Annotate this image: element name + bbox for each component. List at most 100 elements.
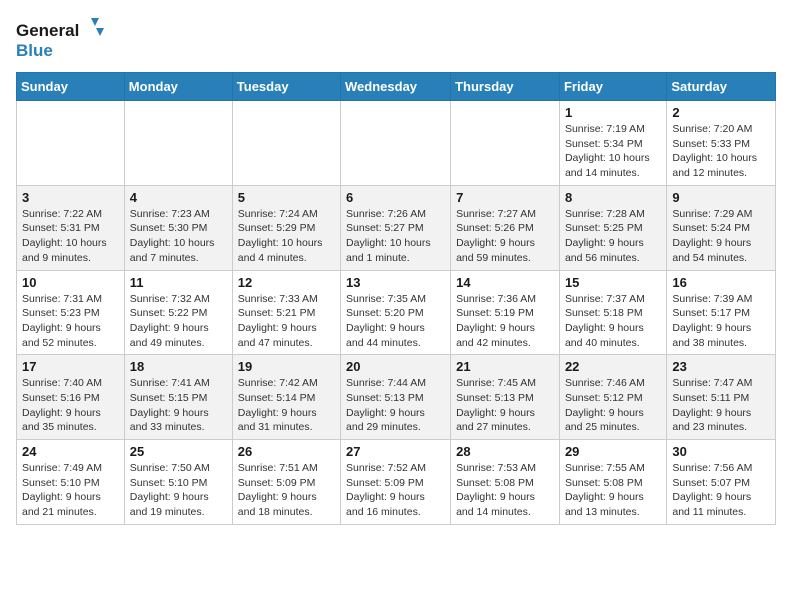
day-number: 20 — [346, 359, 445, 374]
day-cell: 26 Sunrise: 7:51 AM Sunset: 5:09 PM Dayli… — [232, 440, 340, 525]
day-header: Wednesday — [341, 73, 451, 101]
day-info: Sunrise: 7:55 AM Sunset: 5:08 PM Dayligh… — [565, 461, 661, 520]
day-header: Saturday — [667, 73, 776, 101]
day-cell: 8 Sunrise: 7:28 AM Sunset: 5:25 PM Daylig… — [559, 185, 666, 270]
day-cell: 24 Sunrise: 7:49 AM Sunset: 5:10 PM Dayli… — [17, 440, 125, 525]
day-cell: 29 Sunrise: 7:55 AM Sunset: 5:08 PM Dayli… — [559, 440, 666, 525]
day-cell: 23 Sunrise: 7:47 AM Sunset: 5:11 PM Dayli… — [667, 355, 776, 440]
day-info: Sunrise: 7:51 AM Sunset: 5:09 PM Dayligh… — [238, 461, 335, 520]
day-number: 23 — [672, 359, 770, 374]
day-header: Thursday — [451, 73, 560, 101]
day-cell: 10 Sunrise: 7:31 AM Sunset: 5:23 PM Dayli… — [17, 270, 125, 355]
day-info: Sunrise: 7:24 AM Sunset: 5:29 PM Dayligh… — [238, 207, 335, 266]
day-info: Sunrise: 7:41 AM Sunset: 5:15 PM Dayligh… — [130, 376, 227, 435]
day-cell: 5 Sunrise: 7:24 AM Sunset: 5:29 PM Daylig… — [232, 185, 340, 270]
day-info: Sunrise: 7:27 AM Sunset: 5:26 PM Dayligh… — [456, 207, 554, 266]
day-cell: 11 Sunrise: 7:32 AM Sunset: 5:22 PM Dayli… — [124, 270, 232, 355]
week-row: 24 Sunrise: 7:49 AM Sunset: 5:10 PM Dayli… — [17, 440, 776, 525]
day-cell: 30 Sunrise: 7:56 AM Sunset: 5:07 PM Dayli… — [667, 440, 776, 525]
day-info: Sunrise: 7:50 AM Sunset: 5:10 PM Dayligh… — [130, 461, 227, 520]
day-info: Sunrise: 7:20 AM Sunset: 5:33 PM Dayligh… — [672, 122, 770, 181]
day-cell: 4Sunrise: 7:23 AM Sunset: 5:30 PM Daylig… — [124, 185, 232, 270]
calendar: SundayMondayTuesdayWednesdayThursdayFrid… — [16, 72, 776, 525]
day-info: Sunrise: 7:28 AM Sunset: 5:25 PM Dayligh… — [565, 207, 661, 266]
day-cell: 2 Sunrise: 7:20 AM Sunset: 5:33 PM Daylig… — [667, 101, 776, 186]
week-row: 10 Sunrise: 7:31 AM Sunset: 5:23 PM Dayli… — [17, 270, 776, 355]
day-cell: 15Sunrise: 7:37 AM Sunset: 5:18 PM Dayli… — [559, 270, 666, 355]
day-info: Sunrise: 7:22 AM Sunset: 5:31 PM Dayligh… — [22, 207, 119, 266]
header-row: SundayMondayTuesdayWednesdayThursdayFrid… — [17, 73, 776, 101]
logo-icon: General Blue — [16, 16, 111, 64]
day-info: Sunrise: 7:19 AM Sunset: 5:34 PM Dayligh… — [565, 122, 661, 181]
day-info: Sunrise: 7:47 AM Sunset: 5:11 PM Dayligh… — [672, 376, 770, 435]
day-cell: 3 Sunrise: 7:22 AM Sunset: 5:31 PM Daylig… — [17, 185, 125, 270]
day-cell: 14 Sunrise: 7:36 AM Sunset: 5:19 PM Dayli… — [451, 270, 560, 355]
day-cell: 7 Sunrise: 7:27 AM Sunset: 5:26 PM Daylig… — [451, 185, 560, 270]
day-number: 6 — [346, 190, 445, 205]
day-number: 8 — [565, 190, 661, 205]
day-info: Sunrise: 7:35 AM Sunset: 5:20 PM Dayligh… — [346, 292, 445, 351]
day-cell: 18 Sunrise: 7:41 AM Sunset: 5:15 PM Dayli… — [124, 355, 232, 440]
day-info: Sunrise: 7:32 AM Sunset: 5:22 PM Dayligh… — [130, 292, 227, 351]
day-cell: 6 Sunrise: 7:26 AM Sunset: 5:27 PM Daylig… — [341, 185, 451, 270]
day-cell: 19 Sunrise: 7:42 AM Sunset: 5:14 PM Dayli… — [232, 355, 340, 440]
day-info: Sunrise: 7:49 AM Sunset: 5:10 PM Dayligh… — [22, 461, 119, 520]
day-info: Sunrise: 7:40 AM Sunset: 5:16 PM Dayligh… — [22, 376, 119, 435]
day-number: 2 — [672, 105, 770, 120]
day-cell — [232, 101, 340, 186]
day-number: 9 — [672, 190, 770, 205]
day-header: Monday — [124, 73, 232, 101]
day-number: 21 — [456, 359, 554, 374]
day-header: Tuesday — [232, 73, 340, 101]
day-number: 15 — [565, 275, 661, 290]
day-header: Friday — [559, 73, 666, 101]
day-number: 7 — [456, 190, 554, 205]
week-row: 1 Sunrise: 7:19 AM Sunset: 5:34 PM Daylig… — [17, 101, 776, 186]
day-info: Sunrise: 7:56 AM Sunset: 5:07 PM Dayligh… — [672, 461, 770, 520]
day-number: 17 — [22, 359, 119, 374]
svg-text:General: General — [16, 21, 79, 40]
day-header: Sunday — [17, 73, 125, 101]
day-info: Sunrise: 7:36 AM Sunset: 5:19 PM Dayligh… — [456, 292, 554, 351]
day-cell: 16Sunrise: 7:39 AM Sunset: 5:17 PM Dayli… — [667, 270, 776, 355]
day-number: 29 — [565, 444, 661, 459]
day-info: Sunrise: 7:52 AM Sunset: 5:09 PM Dayligh… — [346, 461, 445, 520]
day-number: 5 — [238, 190, 335, 205]
day-info: Sunrise: 7:31 AM Sunset: 5:23 PM Dayligh… — [22, 292, 119, 351]
day-number: 28 — [456, 444, 554, 459]
day-cell: 28 Sunrise: 7:53 AM Sunset: 5:08 PM Dayli… — [451, 440, 560, 525]
day-number: 10 — [22, 275, 119, 290]
day-number: 22 — [565, 359, 661, 374]
week-row: 3 Sunrise: 7:22 AM Sunset: 5:31 PM Daylig… — [17, 185, 776, 270]
day-number: 1 — [565, 105, 661, 120]
day-cell — [17, 101, 125, 186]
day-cell: 21 Sunrise: 7:45 AM Sunset: 5:13 PM Dayli… — [451, 355, 560, 440]
day-info: Sunrise: 7:29 AM Sunset: 5:24 PM Dayligh… — [672, 207, 770, 266]
day-number: 26 — [238, 444, 335, 459]
page-header: General Blue — [16, 16, 776, 64]
day-cell: 17 Sunrise: 7:40 AM Sunset: 5:16 PM Dayli… — [17, 355, 125, 440]
day-number: 19 — [238, 359, 335, 374]
day-info: Sunrise: 7:33 AM Sunset: 5:21 PM Dayligh… — [238, 292, 335, 351]
day-number: 30 — [672, 444, 770, 459]
day-number: 3 — [22, 190, 119, 205]
day-info: Sunrise: 7:42 AM Sunset: 5:14 PM Dayligh… — [238, 376, 335, 435]
day-number: 18 — [130, 359, 227, 374]
day-cell: 13Sunrise: 7:35 AM Sunset: 5:20 PM Dayli… — [341, 270, 451, 355]
day-info: Sunrise: 7:53 AM Sunset: 5:08 PM Dayligh… — [456, 461, 554, 520]
day-number: 11 — [130, 275, 227, 290]
day-cell: 1 Sunrise: 7:19 AM Sunset: 5:34 PM Daylig… — [559, 101, 666, 186]
day-number: 24 — [22, 444, 119, 459]
day-cell: 22Sunrise: 7:46 AM Sunset: 5:12 PM Dayli… — [559, 355, 666, 440]
day-cell: 9 Sunrise: 7:29 AM Sunset: 5:24 PM Daylig… — [667, 185, 776, 270]
day-cell — [451, 101, 560, 186]
day-info: Sunrise: 7:26 AM Sunset: 5:27 PM Dayligh… — [346, 207, 445, 266]
week-row: 17 Sunrise: 7:40 AM Sunset: 5:16 PM Dayli… — [17, 355, 776, 440]
day-cell: 20Sunrise: 7:44 AM Sunset: 5:13 PM Dayli… — [341, 355, 451, 440]
day-cell — [341, 101, 451, 186]
day-number: 14 — [456, 275, 554, 290]
day-cell: 25Sunrise: 7:50 AM Sunset: 5:10 PM Dayli… — [124, 440, 232, 525]
day-cell — [124, 101, 232, 186]
day-info: Sunrise: 7:45 AM Sunset: 5:13 PM Dayligh… — [456, 376, 554, 435]
day-number: 4 — [130, 190, 227, 205]
